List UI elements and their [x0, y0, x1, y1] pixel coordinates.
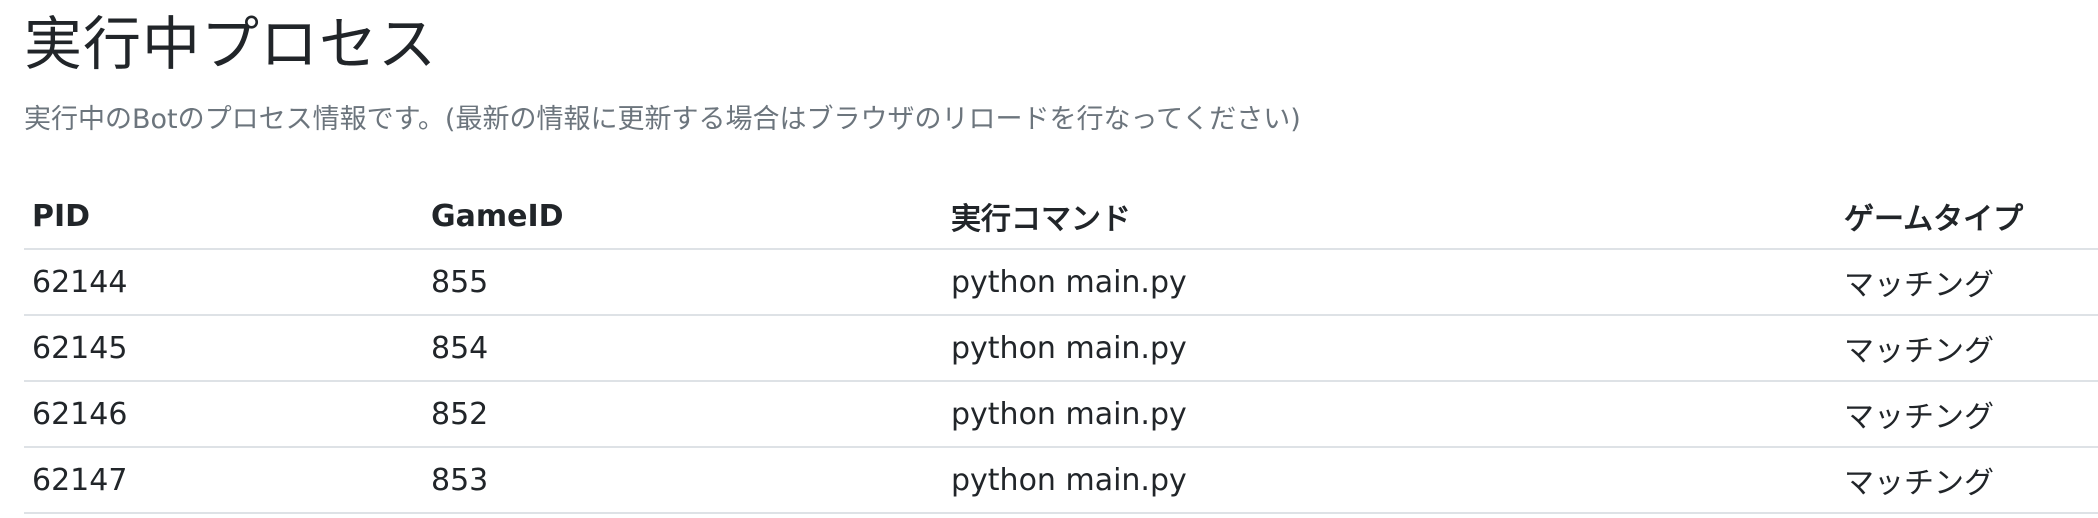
table-row: 62146 852 python main.py マッチング — [24, 381, 2098, 448]
column-header-game-id: GameID — [423, 184, 943, 250]
cell-game-type: マッチング — [1836, 447, 2098, 514]
cell-game-type: マッチング — [1836, 315, 2098, 382]
cell-command: python main.py — [943, 249, 1836, 316]
column-header-game-type: ゲームタイプ — [1836, 184, 2098, 250]
column-header-command: 実行コマンド — [943, 184, 1836, 250]
table-row: 62147 853 python main.py マッチング — [24, 447, 2098, 514]
column-header-pid: PID — [24, 184, 423, 250]
cell-game-id: 855 — [423, 249, 943, 316]
table-body: 62144 855 python main.py マッチング 62145 854… — [24, 249, 2098, 514]
cell-pid: 62144 — [24, 249, 423, 316]
cell-game-id: 854 — [423, 315, 943, 382]
cell-game-id: 853 — [423, 447, 943, 514]
process-table: PID GameID 実行コマンド ゲームタイプ 62144 855 pytho… — [24, 184, 2098, 514]
process-page: 実行中プロセス 実行中のBotのプロセス情報です。(最新の情報に更新する場合はブ… — [0, 0, 2098, 518]
cell-pid: 62145 — [24, 315, 423, 382]
cell-pid: 62146 — [24, 381, 423, 448]
cell-game-type: マッチング — [1836, 249, 2098, 316]
cell-command: python main.py — [943, 381, 1836, 448]
cell-command: python main.py — [943, 315, 1836, 382]
cell-game-id: 852 — [423, 381, 943, 448]
page-description: 実行中のBotのプロセス情報です。(最新の情報に更新する場合はブラウザのリロード… — [24, 104, 1301, 135]
table-header-row: PID GameID 実行コマンド ゲームタイプ — [24, 184, 2098, 250]
page-title: 実行中プロセス — [24, 10, 438, 78]
cell-command: python main.py — [943, 447, 1836, 514]
cell-pid: 62147 — [24, 447, 423, 514]
table-row: 62144 855 python main.py マッチング — [24, 249, 2098, 316]
table-header: PID GameID 実行コマンド ゲームタイプ — [24, 184, 2098, 250]
table-row: 62145 854 python main.py マッチング — [24, 315, 2098, 382]
cell-game-type: マッチング — [1836, 381, 2098, 448]
